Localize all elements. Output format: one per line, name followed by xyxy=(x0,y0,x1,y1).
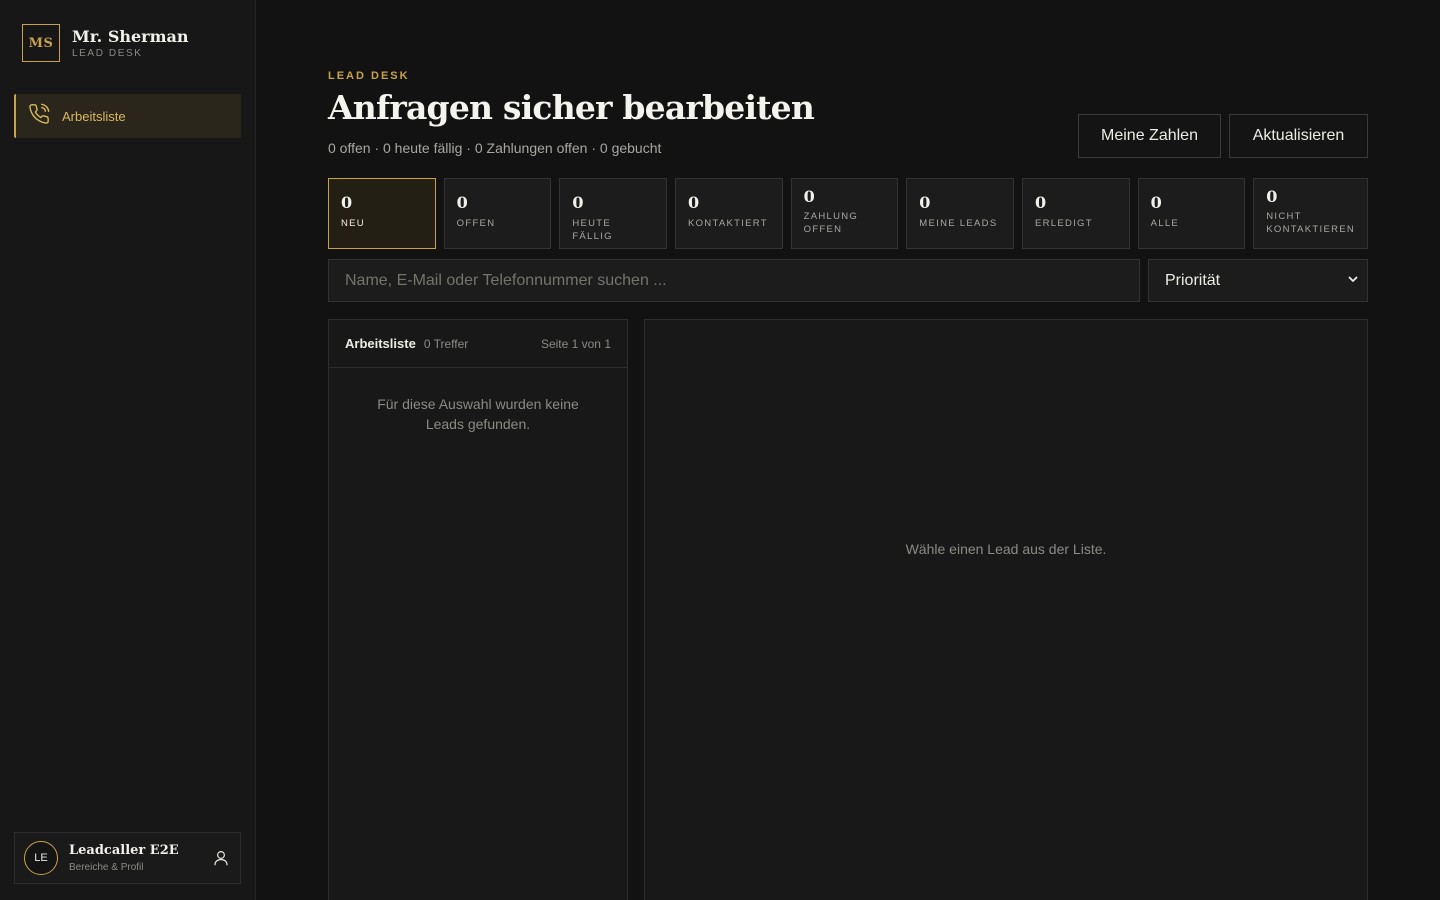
avatar: LE xyxy=(24,841,58,875)
tile-label: ERLEDIGT xyxy=(1034,218,1093,229)
tile-count: 0 xyxy=(341,193,353,212)
chevron-down-icon xyxy=(1347,272,1359,290)
tile-zahlung-offen[interactable]: 0 ZAHLUNG OFFEN xyxy=(790,178,899,249)
tile-count: 0 xyxy=(456,193,468,212)
sidebar-item-arbeitsliste[interactable]: Arbeitsliste xyxy=(14,94,241,138)
tile-nicht-kontaktieren[interactable]: 0 NICHT KONTAKTIEREN xyxy=(1253,178,1369,249)
user-profile-card[interactable]: LE Leadcaller E2E Bereiche & Profil xyxy=(14,832,241,884)
page-title: Anfragen sicher bearbeiten xyxy=(328,88,815,127)
tile-count: 0 xyxy=(803,187,815,206)
brand-name: Mr. Sherman xyxy=(72,26,189,46)
tile-label: ALLE xyxy=(1150,218,1180,229)
tile-offen[interactable]: 0 OFFEN xyxy=(443,178,552,249)
tile-label: OFFEN xyxy=(456,218,496,229)
lead-detail-empty-message: Wähle einen Lead aus der Liste. xyxy=(905,541,1107,557)
my-stats-button[interactable]: Meine Zahlen xyxy=(1078,114,1221,158)
tile-count: 0 xyxy=(1150,193,1162,212)
tile-heute-faellig[interactable]: 0 HEUTE FÄLLIG xyxy=(559,178,667,249)
user-icon[interactable] xyxy=(212,849,230,867)
status-summary: 0 offen · 0 heute fällig · 0 Zahlungen o… xyxy=(328,140,662,156)
sidebar-item-label: Arbeitsliste xyxy=(62,108,126,124)
brand-logo: MS xyxy=(22,24,60,62)
tile-label: NEU xyxy=(341,218,365,229)
tile-neu[interactable]: 0 NEU xyxy=(328,178,436,249)
priority-select-value: Priorität xyxy=(1165,271,1221,289)
brand-text: Mr. Sherman LEAD DESK xyxy=(72,26,189,59)
tile-count: 0 xyxy=(1034,193,1047,212)
lead-list-empty-message: Für diese Auswahl wurden keine Leads gef… xyxy=(377,396,579,432)
tile-count: 0 xyxy=(1266,187,1278,206)
tile-label: HEUTE FÄLLIG xyxy=(572,218,613,242)
brand[interactable]: MS Mr. Sherman LEAD DESK xyxy=(22,24,189,62)
sidebar: MS Mr. Sherman LEAD DESK Arbeitsliste LE… xyxy=(0,0,256,900)
tile-count: 0 xyxy=(919,193,931,212)
lead-list-hit-count: 0 Treffer xyxy=(423,336,469,351)
page-eyebrow: LEAD DESK xyxy=(328,70,410,82)
lead-list-panel: Arbeitsliste 0 Treffer Seite 1 von 1 Für… xyxy=(328,319,628,900)
user-name: Leadcaller E2E xyxy=(69,843,179,858)
tile-count: 0 xyxy=(687,193,700,212)
lead-detail-panel: Wähle einen Lead aus der Liste. xyxy=(644,319,1368,900)
tile-label: ZAHLUNG OFFEN xyxy=(803,211,859,235)
tile-count: 0 xyxy=(572,193,584,212)
priority-select[interactable]: Priorität xyxy=(1148,259,1368,302)
tile-label: KONTAKTIERT xyxy=(687,218,768,229)
search-input[interactable] xyxy=(328,259,1140,302)
phone-icon xyxy=(28,103,50,130)
user-info: Leadcaller E2E Bereiche & Profil xyxy=(69,843,212,873)
tile-kontaktiert[interactable]: 0 KONTAKTIERT xyxy=(674,178,783,249)
tile-label: MEINE LEADS xyxy=(919,218,998,229)
tile-erledigt[interactable]: 0 ERLEDIGT xyxy=(1021,178,1130,249)
refresh-button[interactable]: Aktualisieren xyxy=(1229,114,1368,158)
user-subtitle: Bereiche & Profil xyxy=(69,862,144,873)
tile-label: NICHT KONTAKTIEREN xyxy=(1266,211,1356,235)
lead-list-title: Arbeitsliste xyxy=(345,336,416,351)
lead-list-header: Arbeitsliste 0 Treffer Seite 1 von 1 xyxy=(329,320,627,368)
lead-list-pagination: Seite 1 von 1 xyxy=(540,336,611,351)
tile-meine-leads[interactable]: 0 MEINE LEADS xyxy=(906,178,1014,249)
brand-subtitle: LEAD DESK xyxy=(72,47,143,59)
tile-alle[interactable]: 0 ALLE xyxy=(1137,178,1246,249)
status-filter-tiles: 0 NEU 0 OFFEN 0 HEUTE FÄLLIG 0 KONTAKTIE… xyxy=(328,178,1369,249)
